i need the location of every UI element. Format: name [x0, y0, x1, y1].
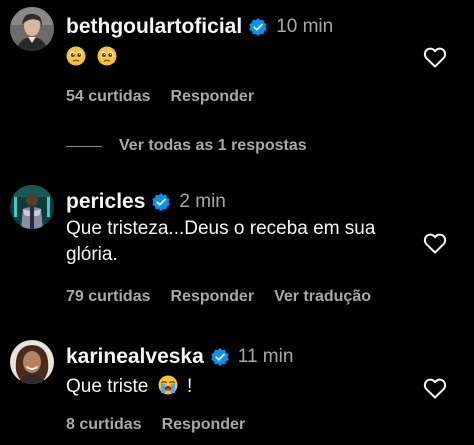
pleading-face-emoji [97, 46, 117, 66]
comment-actions: 8 curtidas Responder [66, 416, 265, 434]
comment-header: karinealveska 11 min [66, 345, 293, 369]
view-replies-button[interactable]: Ver todas as 1 respostas [66, 137, 307, 155]
comment-karinealveska: karinealveska 11 min Que triste ! 8 curt… [0, 335, 474, 445]
comment-bethgoulartoficial: bethgoulartoficial 10 min 54 curtidas Re… [0, 0, 474, 125]
username[interactable]: pericles [66, 190, 145, 214]
loudly-crying-face-emoji [158, 375, 178, 395]
comment-text: Que triste ! [66, 374, 411, 400]
heart-outline-icon[interactable] [423, 377, 447, 399]
comment-text-body: Que triste [66, 376, 149, 397]
comment-pericles: pericles 2 min Que tristeza...Deus o rec… [0, 180, 474, 310]
heart-outline-icon[interactable] [423, 46, 447, 68]
like-count[interactable]: 54 curtidas [66, 88, 150, 106]
heart-outline-icon[interactable] [423, 232, 447, 254]
pleading-face-emoji [66, 46, 86, 66]
username[interactable]: karinealveska [66, 345, 204, 369]
like-count[interactable]: 8 curtidas [66, 416, 142, 434]
reply-button[interactable]: Responder [170, 88, 254, 106]
comment-time: 11 min [237, 346, 294, 367]
comment-actions: 54 curtidas Responder [66, 88, 274, 106]
comment-header: pericles 2 min [66, 190, 226, 214]
username[interactable]: bethgoulartoficial [66, 15, 242, 39]
verified-badge-icon [210, 347, 230, 367]
comment-header: bethgoulartoficial 10 min [66, 15, 333, 39]
verified-badge-icon [248, 17, 268, 37]
avatar[interactable] [10, 340, 54, 384]
reply-button[interactable]: Responder [170, 288, 254, 306]
comment-text-suffix: ! [186, 376, 193, 397]
view-replies-divider [66, 145, 102, 147]
like-count[interactable]: 79 curtidas [66, 288, 150, 306]
avatar[interactable] [10, 185, 54, 229]
view-replies-label[interactable]: Ver todas as 1 respostas [119, 137, 307, 155]
verified-badge-icon [151, 192, 171, 212]
comment-text [66, 45, 411, 71]
reply-button[interactable]: Responder [162, 416, 246, 434]
comment-time: 10 min [276, 16, 334, 37]
comment-actions: 79 curtidas Responder Ver tradução [66, 288, 391, 306]
comment-time: 2 min [179, 191, 226, 212]
comment-text: Que tristeza...Deus o receba em sua glór… [66, 218, 376, 265]
translate-button[interactable]: Ver tradução [274, 288, 371, 306]
avatar[interactable] [10, 7, 54, 51]
